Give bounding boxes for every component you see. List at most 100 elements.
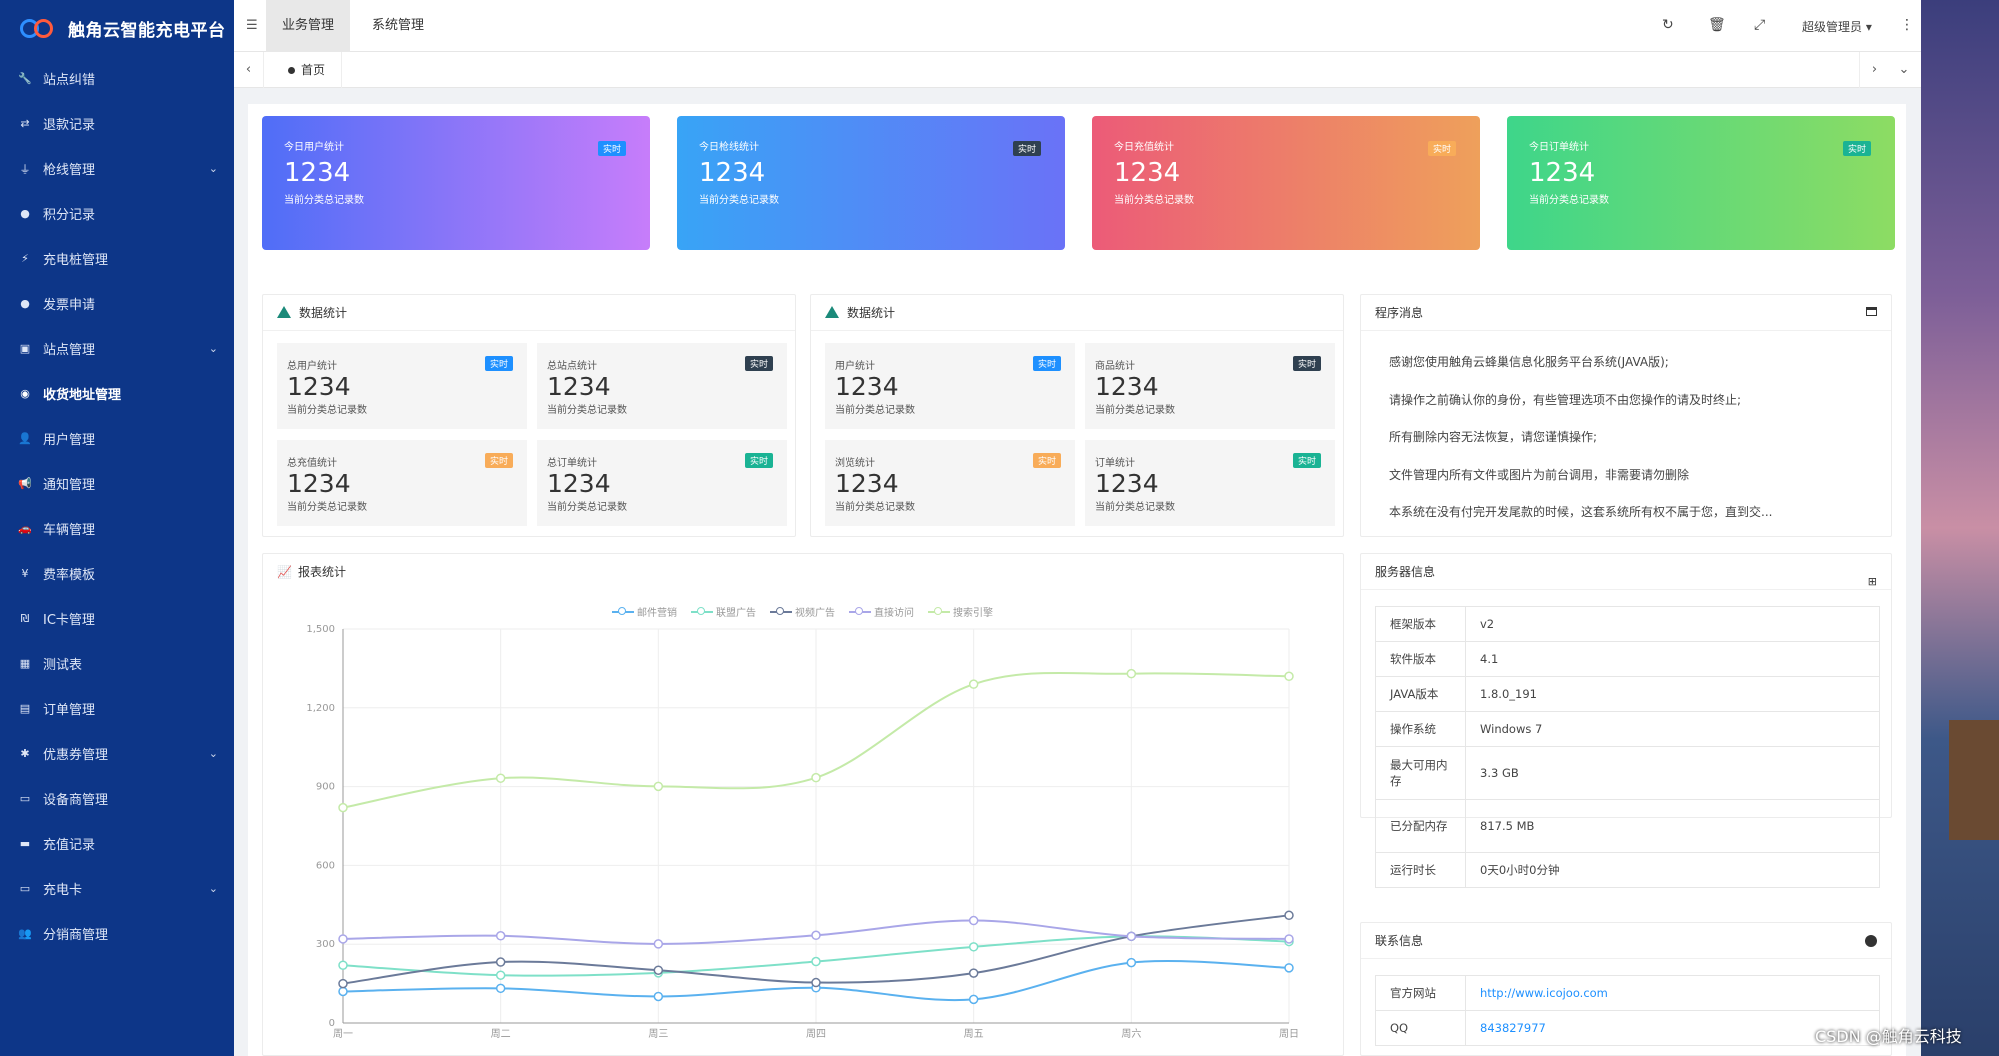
sidebar-item-label: 订单管理 xyxy=(43,703,96,718)
refresh-icon[interactable]: ↻ xyxy=(1662,17,1674,33)
stat-card: 今日订单统计 1234 当前分类总记录数 实时 xyxy=(1507,116,1895,250)
sidebar-item[interactable]: ✱ 优惠券管理 ⌄ xyxy=(0,731,234,776)
user-menu[interactable]: 超级管理员 ▾ xyxy=(1802,18,1872,35)
data-point[interactable] xyxy=(653,965,664,975)
warning-icon xyxy=(277,306,291,318)
data-point[interactable] xyxy=(338,802,348,813)
data-point[interactable] xyxy=(968,968,979,978)
data-point[interactable] xyxy=(1284,963,1294,973)
tabs-dropdown-icon[interactable]: ⌄ xyxy=(1889,52,1919,88)
data-point[interactable] xyxy=(338,978,348,989)
sidebar-item[interactable]: 👤 用户管理 xyxy=(0,416,234,461)
card-icon: ₪ xyxy=(20,612,30,625)
data-point[interactable] xyxy=(495,931,506,941)
sidebar-item[interactable]: 👥 分销商管理 xyxy=(0,911,234,956)
windows-icon: ⊞ xyxy=(1867,575,1877,588)
trash-icon[interactable]: 🗑 xyxy=(1708,17,1726,33)
realtime-badge: 实时 xyxy=(1427,141,1456,156)
data-point[interactable] xyxy=(495,983,506,994)
sidebar-item[interactable]: ▭ 充电卡 ⌄ xyxy=(0,866,234,911)
info-row: 最大可用内存 3.3 GB xyxy=(1375,746,1880,800)
data-point[interactable] xyxy=(1284,934,1294,944)
sidebar-item[interactable]: 📢 通知管理 xyxy=(0,461,234,506)
x-tick-label: 周一 xyxy=(333,1028,353,1040)
data-point[interactable] xyxy=(495,773,506,783)
data-point[interactable] xyxy=(811,772,821,783)
data-point[interactable] xyxy=(495,957,506,967)
data-point[interactable] xyxy=(495,970,506,980)
sidebar-item[interactable]: ▦ 测试表 xyxy=(0,641,234,686)
sidebar-item[interactable]: 🚗 车辆管理 xyxy=(0,506,234,551)
info-text: Windows 7 xyxy=(1480,722,1543,736)
background-image xyxy=(1921,0,1999,1056)
brand: 触角云智能充电平台 xyxy=(0,0,234,56)
menu-fold-icon[interactable]: ☰ xyxy=(246,18,258,33)
sidebar-item[interactable]: 🔧 站点纠错 xyxy=(0,56,234,101)
data-point[interactable] xyxy=(811,956,821,967)
x-tick-label: 周六 xyxy=(1121,1028,1141,1040)
charger-icon: ⚡ xyxy=(21,252,29,265)
tabs-right-arrow-icon[interactable]: › xyxy=(1859,52,1889,88)
info-key: 框架版本 xyxy=(1375,606,1466,642)
sidebar-menu: 🔧 站点纠错 ⇄ 退款记录 ⏚ 枪线管理 ⌄ ● 积分记录 ⚡ 充电桩管理 ● 发票申请 ▣ 站点管理 ⌄ ◉ 收… xyxy=(0,56,234,956)
sidebar-item[interactable]: ⇄ 退款记录 xyxy=(0,101,234,146)
sidebar-item[interactable]: ₪ IC卡管理 xyxy=(0,596,234,641)
data-point[interactable] xyxy=(1126,931,1137,942)
server-panel: 服务器信息 ⊞ 框架版本 v2 软件版本 4.1 JAVA版本 1.8.0_191 操作系统 W… xyxy=(1360,553,1892,888)
mini-stat: 用户统计 1234 当前分类总记录数 实时 xyxy=(825,343,1075,429)
data-point[interactable] xyxy=(811,930,821,941)
info-link[interactable]: http://www.icojoo.com xyxy=(1480,986,1608,1000)
data-point[interactable] xyxy=(968,994,979,1005)
app-title: 触角云智能充电平台 xyxy=(68,20,226,41)
mini-stat-sub: 当前分类总记录数 xyxy=(835,405,915,416)
data-point[interactable] xyxy=(811,977,821,988)
fullscreen-icon[interactable]: ⤢ xyxy=(1754,17,1765,33)
data-point[interactable] xyxy=(653,781,664,792)
mini-stat: 浏览统计 1234 当前分类总记录数 实时 xyxy=(825,440,1075,526)
mini-stat: 总用户统计 1234 当前分类总记录数 实时 xyxy=(277,343,527,429)
data-point[interactable] xyxy=(968,915,979,926)
data-point[interactable] xyxy=(1284,671,1294,682)
window-icon[interactable] xyxy=(1866,307,1877,316)
sidebar-item[interactable]: ◉ 收货地址管理 xyxy=(0,371,234,416)
data-point[interactable] xyxy=(653,939,664,949)
sidebar-item[interactable]: ● 积分记录 xyxy=(0,191,234,236)
legend-marker-icon xyxy=(770,607,792,616)
sidebar-item-label: 车辆管理 xyxy=(43,523,96,538)
info-key: 官方网站 xyxy=(1375,975,1466,1011)
chevron-down-icon: ⌄ xyxy=(208,882,218,895)
data-point[interactable] xyxy=(1126,957,1137,968)
sidebar-item[interactable]: ● 发票申请 xyxy=(0,281,234,326)
data-point[interactable] xyxy=(338,986,348,997)
sidebar-item[interactable]: ▣ 站点管理 ⌄ xyxy=(0,326,234,371)
sidebar-item[interactable]: ▤ 订单管理 xyxy=(0,686,234,731)
data-point[interactable] xyxy=(1126,668,1137,679)
data-point[interactable] xyxy=(968,942,979,952)
sidebar-item[interactable]: ▬ 充值记录 xyxy=(0,821,234,866)
tab-business[interactable]: 业务管理 xyxy=(266,0,351,52)
data-point[interactable] xyxy=(968,679,979,689)
data-point[interactable] xyxy=(1284,910,1294,921)
tab-system[interactable]: 系统管理 xyxy=(356,0,440,52)
data-point[interactable] xyxy=(338,960,348,970)
megaphone-icon: 📢 xyxy=(18,477,32,490)
sidebar-item[interactable]: ¥ 费率模板 xyxy=(0,551,234,596)
mini-stat: 总站点统计 1234 当前分类总记录数 实时 xyxy=(537,343,787,429)
more-vertical-icon[interactable]: ⋮ xyxy=(1900,17,1914,33)
sidebar-item[interactable]: ▭ 设备商管理 xyxy=(0,776,234,821)
realtime-badge: 实时 xyxy=(1012,141,1041,156)
stat-card-value: 1234 xyxy=(699,158,766,188)
mini-stat: 总订单统计 1234 当前分类总记录数 实时 xyxy=(537,440,787,526)
info-link[interactable]: 843827977 xyxy=(1480,1021,1546,1035)
info-row: QQ 843827977 xyxy=(1375,1010,1880,1046)
legend-marker-icon xyxy=(849,607,871,616)
data-point[interactable] xyxy=(653,991,664,1002)
sidebar-item[interactable]: ⏚ 枪线管理 ⌄ xyxy=(0,146,234,191)
data-point[interactable] xyxy=(338,934,348,944)
sidebar-item[interactable]: ⚡ 充电桩管理 xyxy=(0,236,234,281)
info-value: Windows 7 xyxy=(1465,711,1880,747)
tab-home[interactable]: 首页 xyxy=(274,52,343,88)
mini-stat-value: 1234 xyxy=(1095,469,1159,498)
tabs-left-arrow-icon[interactable]: ‹ xyxy=(234,52,264,88)
mini-stat-sub: 当前分类总记录数 xyxy=(547,502,627,513)
